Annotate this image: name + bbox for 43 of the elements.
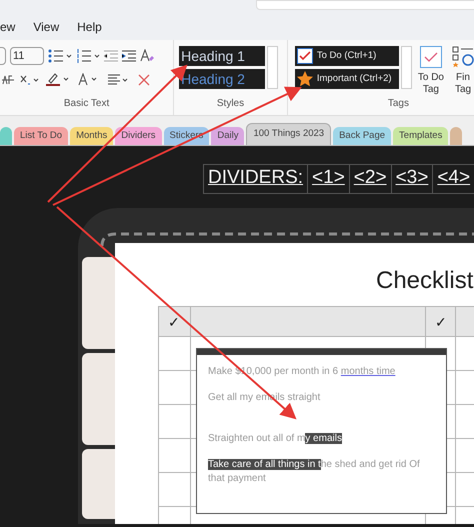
bullet-list-icon[interactable] bbox=[48, 49, 72, 63]
menu-item[interactable]: View bbox=[33, 18, 60, 36]
divider-link[interactable]: <2> bbox=[354, 167, 387, 188]
divider-link[interactable]: <4> bbox=[437, 167, 470, 188]
strikethrough-icon[interactable] bbox=[2, 75, 14, 85]
style-option[interactable]: Heading 1 bbox=[179, 46, 266, 66]
divider-link[interactable]: <1> bbox=[312, 167, 345, 188]
group-label: Styles bbox=[216, 97, 244, 111]
clear-formatting-icon[interactable] bbox=[140, 49, 154, 63]
indent-icon[interactable] bbox=[122, 50, 136, 62]
find-tags-button[interactable]: Fin Tag bbox=[452, 46, 474, 96]
todo-tag-button[interactable]: To Do Tag bbox=[418, 46, 444, 96]
style-option[interactable]: Heading 2 bbox=[179, 69, 266, 89]
group-label: Basic Text bbox=[64, 97, 110, 111]
tag-list-icon bbox=[452, 46, 474, 68]
menu-item[interactable]: Help bbox=[77, 18, 102, 36]
tag-option[interactable]: Important (Ctrl+2) bbox=[294, 69, 399, 89]
checklist-item: Take care of all things in the shed and get rid Of that payment bbox=[208, 458, 421, 486]
dividers-link[interactable]: DIVIDERS: bbox=[208, 167, 304, 188]
section-tab[interactable]: Daily bbox=[211, 127, 244, 145]
subscript-icon[interactable] bbox=[20, 74, 40, 86]
outdent-icon[interactable] bbox=[104, 50, 118, 62]
checkbox-icon bbox=[420, 46, 442, 68]
group-label: Tags bbox=[388, 97, 410, 111]
section-tab[interactable]: Templates bbox=[393, 127, 448, 145]
section-tab[interactable]: Back Page bbox=[333, 127, 392, 145]
divider-link[interactable]: <3> bbox=[396, 167, 428, 188]
checklist-item: Straighten out all of my emails bbox=[208, 432, 343, 446]
table-header-cell: ✓ bbox=[158, 306, 190, 336]
numbered-list-icon[interactable] bbox=[76, 49, 100, 63]
table-header-cell: ✓ bbox=[426, 306, 456, 336]
section-tab[interactable]: List To Do bbox=[14, 127, 68, 145]
page-title: Checklist bbox=[376, 266, 474, 296]
section-tab[interactable]: Months bbox=[70, 127, 114, 145]
star-icon bbox=[296, 71, 313, 87]
tag-option[interactable]: To Do (Ctrl+1) bbox=[294, 46, 399, 66]
section-tab[interactable]: 100 Things 2023 bbox=[246, 123, 332, 145]
font-size-dropdown[interactable]: 11 bbox=[10, 47, 44, 65]
close-icon[interactable] bbox=[138, 74, 150, 86]
menu-item[interactable]: ew bbox=[0, 18, 16, 36]
checkbox-icon bbox=[296, 48, 313, 64]
search-field[interactable] bbox=[256, 0, 474, 10]
section-tab[interactable]: Dividers bbox=[115, 127, 162, 145]
